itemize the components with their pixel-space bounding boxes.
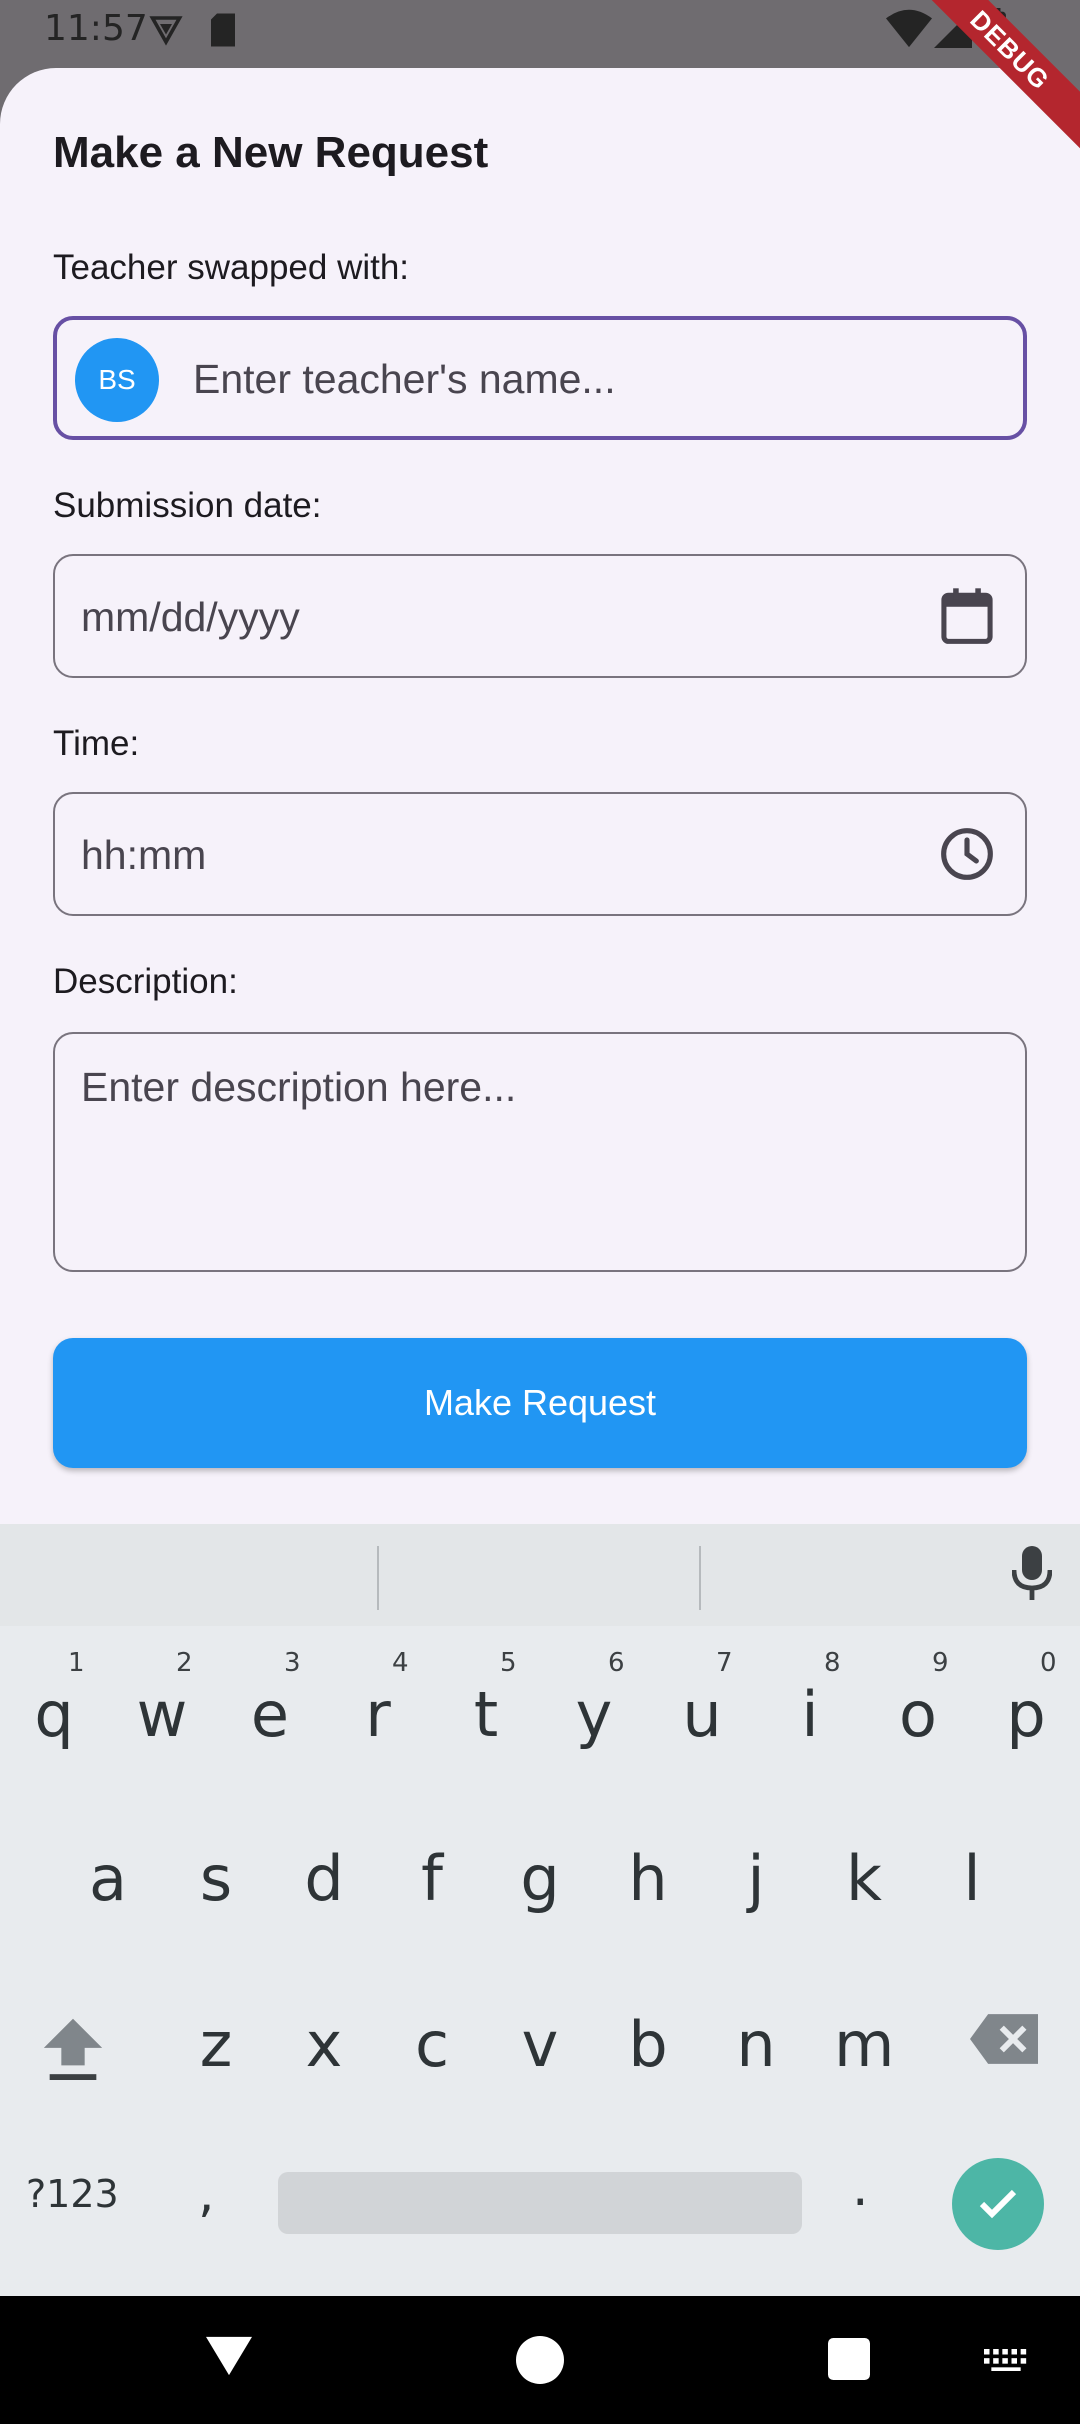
comma-key[interactable]: ,	[198, 2164, 215, 2224]
wifi-icon	[886, 8, 932, 53]
time-placeholder: hh:mm	[81, 832, 207, 878]
clock-icon[interactable]	[939, 826, 995, 887]
key-p[interactable]: p	[996, 1678, 1056, 1751]
suggestion-divider	[699, 1546, 701, 1610]
key-f[interactable]: f	[402, 1842, 462, 1915]
recents-icon[interactable]	[828, 2338, 870, 2385]
teacher-name-placeholder: Enter teacher's name...	[193, 356, 616, 402]
key-n[interactable]: n	[726, 2008, 786, 2081]
enter-key[interactable]	[952, 2158, 1044, 2250]
request-sheet: Make a New Request Teacher swapped with:…	[0, 68, 1080, 1528]
backspace-icon[interactable]	[970, 2014, 1038, 2069]
space-key[interactable]	[278, 2172, 802, 2234]
time-input[interactable]: hh:mm	[53, 792, 1027, 916]
description-label: Description:	[53, 962, 238, 1001]
date-label: Submission date:	[53, 486, 322, 525]
key-q[interactable]: q	[24, 1678, 84, 1751]
calendar-icon[interactable]	[939, 586, 995, 651]
key-d[interactable]: d	[294, 1842, 354, 1915]
description-textarea[interactable]: Enter description here...	[53, 1032, 1027, 1272]
key-e[interactable]: e	[240, 1678, 300, 1751]
key-k[interactable]: k	[834, 1842, 894, 1915]
key-l[interactable]: l	[942, 1842, 1002, 1915]
back-icon[interactable]	[206, 2336, 252, 2381]
key-u[interactable]: u	[672, 1678, 732, 1751]
key-v[interactable]: v	[510, 2008, 570, 2081]
key-hint-4: 4	[392, 1648, 409, 1678]
microphone-icon[interactable]	[1011, 1546, 1053, 1607]
key-hint-0: 0	[1040, 1648, 1057, 1678]
key-hint-3: 3	[284, 1648, 301, 1678]
sd-card-icon	[208, 12, 238, 53]
key-s[interactable]: s	[186, 1842, 246, 1915]
key-hint-1: 1	[68, 1648, 85, 1678]
key-hint-5: 5	[500, 1648, 517, 1678]
key-c[interactable]: c	[402, 2008, 462, 2081]
checkmark-icon	[974, 2180, 1022, 2233]
suggestion-divider	[377, 1546, 379, 1610]
system-nav-bar	[0, 2296, 1080, 2424]
key-h[interactable]: h	[618, 1842, 678, 1915]
suggestion-strip	[0, 1524, 1080, 1626]
shift-icon[interactable]	[38, 2010, 108, 2085]
period-key[interactable]: .	[852, 2158, 869, 2218]
home-icon[interactable]	[516, 2336, 564, 2389]
key-m[interactable]: m	[834, 2008, 894, 2081]
vpn-shield-icon	[148, 12, 184, 53]
keyboard-switch-icon[interactable]	[984, 2348, 1028, 2377]
teacher-name-input[interactable]: BS Enter teacher's name...	[53, 316, 1027, 440]
key-a[interactable]: a	[78, 1842, 138, 1915]
key-y[interactable]: y	[564, 1678, 624, 1751]
key-x[interactable]: x	[294, 2008, 354, 2081]
key-b[interactable]: b	[618, 2008, 678, 2081]
key-o[interactable]: o	[888, 1678, 948, 1751]
avatar: BS	[75, 338, 159, 422]
key-z[interactable]: z	[186, 2008, 246, 2081]
symbols-key[interactable]: ?123	[26, 2172, 119, 2216]
key-hint-9: 9	[932, 1648, 949, 1678]
description-placeholder: Enter description here...	[81, 1064, 517, 1110]
page-title: Make a New Request	[53, 128, 489, 177]
key-t[interactable]: t	[456, 1678, 516, 1751]
status-time: 11:57	[44, 8, 148, 49]
key-g[interactable]: g	[510, 1842, 570, 1915]
key-hint-7: 7	[716, 1648, 733, 1678]
date-placeholder: mm/dd/yyyy	[81, 594, 300, 640]
status-bar: 11:57	[0, 0, 1080, 64]
soft-keyboard: q1 w2 e3 r4 t5 y6 u7 i8 o9 p0 asdfghjkl zxcvbnm ?…	[0, 1524, 1080, 2296]
key-w[interactable]: w	[132, 1678, 192, 1751]
key-i[interactable]: i	[780, 1678, 840, 1751]
key-j[interactable]: j	[726, 1842, 786, 1915]
key-r[interactable]: r	[348, 1678, 408, 1751]
teacher-label: Teacher swapped with:	[53, 248, 410, 287]
submission-date-input[interactable]: mm/dd/yyyy	[53, 554, 1027, 678]
key-hint-6: 6	[608, 1648, 625, 1678]
key-hint-2: 2	[176, 1648, 193, 1678]
time-label: Time:	[53, 724, 140, 763]
key-hint-8: 8	[824, 1648, 841, 1678]
make-request-button[interactable]: Make Request	[53, 1338, 1027, 1468]
